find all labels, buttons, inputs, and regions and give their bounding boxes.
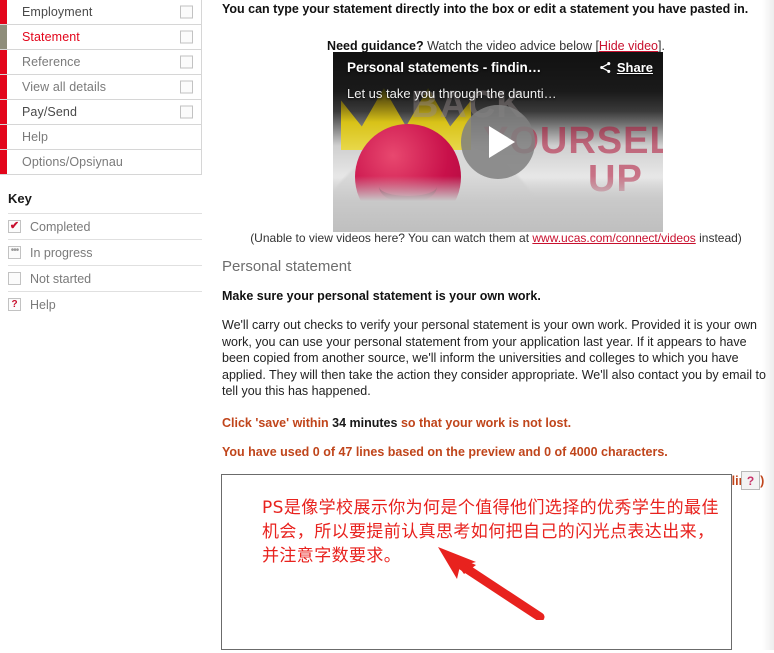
video-player[interactable]: BACK YOURSELF UP Personal statements - f… [333,52,663,232]
nav-accent-bar [0,100,7,124]
own-work-warning: Make sure your personal statement is you… [222,289,541,303]
save-alert-suffix: so that your work is not lost. [397,415,572,430]
video-share-button[interactable]: Share [599,60,653,75]
share-icon [600,62,611,73]
statement-textarea-wrapper [221,474,732,650]
video-title: Personal statements - findin… [347,60,542,75]
sidebar-item-statement[interactable]: Statement [0,25,202,50]
page-root: Employment Statement Reference View all det… [0,0,774,650]
page-title: Personal statement [222,258,352,275]
sidebar-item-label: Options/Opsiynau [22,155,123,169]
play-button[interactable] [461,105,535,179]
save-alert-time: 34 minutes [332,415,398,430]
usage-counter-alert: You have used 0 of 47 lines based on the… [222,444,668,459]
key-item-completed: ✔ Completed [8,213,202,239]
checked-box-icon: ✔ [8,220,21,233]
key-item-label: In progress [30,245,93,260]
sidebar-item-label: Reference [22,55,81,69]
save-timer-alert: Click 'save' within 34 minutes so that y… [222,416,774,431]
nav-accent-bar [0,125,7,149]
section-status-checkbox[interactable] [180,105,193,119]
sidebar-item-label: Employment [22,5,93,19]
key-legend: Key ✔ Completed ••• In progress Not started?… [0,191,202,317]
save-alert-prefix: Click 'save' within [222,415,333,430]
guidance-text: Watch the video advice below [ [423,39,599,53]
key-row-list: ✔ Completed ••• In progress Not started? Help [8,213,202,317]
statement-help-button[interactable]: ? [741,471,760,490]
key-item-not-started: Not started [8,265,202,291]
video-gradient-overlay [333,176,663,232]
nav-accent-bar [0,150,7,174]
sidebar-item-label: Help [22,130,49,144]
video-note-before: (Unable to view videos here? You can wat… [250,231,533,245]
key-item-in-progress: ••• In progress [8,239,202,265]
play-triangle-icon [489,126,515,158]
sidebar-item-label: View all details [22,80,107,94]
key-item-label: Not started [30,271,92,286]
hide-video-link[interactable]: Hide video [599,39,658,53]
guidance-line: Need guidance? Watch the video advice be… [218,39,774,53]
empty-box-icon [8,272,21,285]
sidebar-item-label: Pay/Send [22,105,78,119]
sidebar-item-view-all-details[interactable]: View all details [0,75,202,100]
share-label: Share [616,60,653,75]
intro-text: You can type your statement directly int… [222,2,749,16]
sidebar-item-options-opsiynau[interactable]: Options/Opsiynau [0,150,202,175]
key-title: Key [8,191,32,206]
sidebar-item-reference[interactable]: Reference [0,50,202,75]
section-status-checkbox[interactable] [180,30,193,44]
video-subtitle: Let us take you through the daunti… [347,86,557,101]
sidebar-item-help[interactable]: Help [0,125,202,150]
video-note-after: instead) [695,231,742,245]
section-status-checkbox[interactable] [180,55,193,69]
guidance-label: Need guidance? [327,39,424,53]
key-item-label: Help [30,297,56,312]
video-fallback-note: (Unable to view videos here? You can wat… [218,231,774,245]
verification-paragraph: We'll carry out checks to verify your pe… [222,318,766,398]
sidebar-item-pay-send[interactable]: Pay/Send [0,100,202,125]
ucas-videos-link[interactable]: www.ucas.com/connect/videos [532,231,695,245]
nav-accent-bar [0,50,7,74]
help-box-icon: ? [8,298,21,311]
in-progress-box-icon: ••• [8,245,21,259]
nav-accent-bar [0,75,7,99]
sidebar-item-label: Statement [22,30,80,44]
sidebar: Employment Statement Reference View all det… [0,0,202,650]
guidance-tail: ]. [658,39,665,53]
section-status-checkbox[interactable] [180,80,193,94]
sidebar-nav-list: Employment Statement Reference View all det… [0,0,202,175]
sidebar-item-employment[interactable]: Employment [0,0,202,25]
key-item-help: ? Help [8,291,202,317]
key-item-label: Completed [30,219,91,234]
section-status-checkbox[interactable] [180,5,193,19]
nav-accent-bar [0,0,7,24]
nav-accent-bar [0,25,7,49]
statement-input[interactable] [221,474,732,650]
